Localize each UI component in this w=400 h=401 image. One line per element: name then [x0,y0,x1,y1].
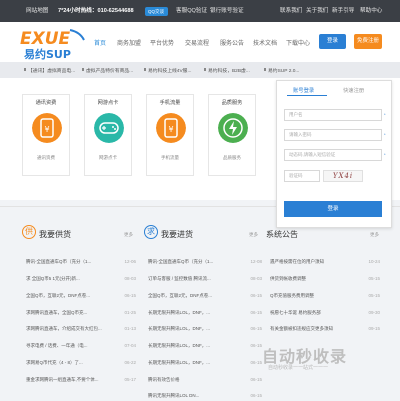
login-submit-button[interactable]: 登录 [284,201,382,217]
list-item[interactable]: 长期无限升腾讯LOL，DNF，... 06-15 [148,326,262,332]
list-item[interactable]: 有关金额被扣违规应交更多须知 09-15 [270,326,380,332]
watermark-subtext: 自动秒收录一一站式一一一 [268,365,329,371]
list-item[interactable]: 腾讯无限升腾讯LOL DN... 06-15 [148,393,262,399]
captcha-image[interactable]: YX4i [323,170,363,182]
list-item[interactable]: 求网易Q币代充（4 - 8）了... 06-22 [26,360,136,366]
nav-process[interactable]: 交易流程 [185,38,209,47]
login-button[interactable]: 登录 [319,34,346,49]
list-item[interactable]: 求网腾讯直通车，介绍成交有大红包... 01-13 [26,326,136,332]
news-ticker: 【通讯】虚拟商品电... 虚拟产品特价有商品... 易约科技上线4V服... 易… [0,62,400,78]
list-item[interactable]: 遇严格按需在位的用户须知 10-24 [270,259,380,265]
list-item[interactable]: 重金求网腾讯一组直通车,不要个体... 05-17 [26,377,136,383]
card-data[interactable]: 手机流量 ¥ 手机流量 [146,94,194,176]
purchase-more-link[interactable]: 更多 [249,232,258,238]
nav-advantages[interactable]: 平台优势 [150,38,174,47]
qq-auth-link[interactable]: 客服QQ验证 [176,8,207,15]
card-title: 网游点卡 [97,100,119,106]
card-title: 手机流量 [159,100,181,106]
register-button[interactable]: 免费注册 [354,34,382,49]
card-subtitle: 通讯资费 [37,155,55,160]
svg-text:¥: ¥ [44,125,49,134]
nav-notices[interactable]: 服务公告 [220,38,244,47]
bank-auth-link[interactable]: 银行账号验证 [210,8,244,15]
password-input[interactable]: 请输入密码 * [284,129,386,141]
list-item[interactable]: 订单与客服 / 监控数值 腾讯流... 08-03 [148,276,262,282]
purchase-panel: 求 我要进货 更多 腾讯-全国直通车Q币（充分（1... 12-08 订单与客服 … [144,221,262,401]
card-subtitle: 品质服务 [223,155,241,160]
tab-quick-register[interactable]: 快速注册 [343,86,364,94]
tab-account-login[interactable]: 账号登录 [293,86,314,94]
header: EXUE 易约SUP 首页 商务加盟 平台优势 交易流程 服务公告 技术文档 下… [0,22,400,62]
required-marker: * [384,132,386,137]
list-item[interactable]: 全国Q币，互联2元，DNF点卷... 06-15 [148,293,262,299]
purchase-badge: 求 [144,225,158,239]
supply-badge: 供 [22,225,36,239]
ticker-item[interactable]: 虚拟产品特价有商品... [81,67,133,74]
supply-panel: 供 我要供货 更多 腾讯-全国直通车Q币（充分（1... 12-06 求 全国Q币… [22,221,136,401]
supply-title: 我要供货 [39,230,71,239]
card-telecom[interactable]: 通讯资费 ¥ 通讯资费 [22,94,70,176]
list-item[interactable]: 腾讯-全国直通车Q币（充分（1... 12-06 [26,259,136,265]
contact-link[interactable]: 联系我们 [280,8,302,15]
site-map-link[interactable]: 网站地图 [26,8,48,15]
captcha-input[interactable]: 验证码 [284,170,320,182]
active-tab-indicator [287,95,327,96]
phone-yen-icon: ¥ [156,113,186,143]
nav-downloads[interactable]: 下载中心 [286,38,310,47]
qq-chat-button[interactable]: QQ交谈 [145,7,168,16]
list-item[interactable]: 长期无限升腾讯LOL，DNF，... 06-15 [148,360,262,366]
notice-title: 系统公告 [266,230,298,239]
notice-more-link[interactable]: 更多 [370,232,379,238]
svg-text:易约SUP: 易约SUP [24,47,71,60]
list-item[interactable]: 全国Q币，互联2元，DNF点卷... 06-15 [26,293,136,299]
ticker-item[interactable]: 易约SUP 2.0... [263,67,299,74]
svg-text:¥: ¥ [168,125,173,134]
username-input[interactable]: 用户名 * [284,109,386,121]
gamepad-icon [94,113,124,143]
card-subtitle: 手机流量 [161,155,179,160]
list-item[interactable]: 求网腾讯直通车，全国Q币充... 01-25 [26,310,136,316]
list-item[interactable]: 求 全国Q币5 1元(分开)新... 08-03 [26,276,136,282]
logo[interactable]: EXUE 易约SUP [18,26,88,60]
card-title: 品质服务 [221,100,243,106]
ticker-item[interactable]: 易约科技上线4V服... [143,67,191,74]
phone-yen-icon: ¥ [32,113,62,143]
list-item[interactable]: 祝愿七十华诞 易约服务部 09-30 [270,310,380,316]
help-link[interactable]: 帮助中心 [360,8,382,15]
sms-code-input[interactable]: 动态码,请输入短信验证 * [284,149,386,161]
notice-panel: 系统公告 更多 遇严格按需在位的用户须知 10-24 供货到帐收费调整 05-15 … [266,221,380,401]
list-item[interactable]: 腾讯有效告价格 06-15 [148,377,262,383]
ticker-item[interactable]: 易约科技，B2B虚... [204,67,250,74]
nav-docs[interactable]: 技术文档 [253,38,277,47]
svg-text:EXUE: EXUE [20,29,71,49]
about-link[interactable]: 关于我们 [306,8,328,15]
card-quality[interactable]: 品质服务 品质服务 [208,94,256,176]
list-item[interactable]: 寻求电费 / 话费、一年通（电... 07-04 [26,343,136,349]
list-item[interactable]: Q币充值服务费用调整 05-15 [270,293,380,299]
ticker-item[interactable]: 【通讯】虚拟商品电... [23,67,75,74]
login-panel: 账号登录 快速注册 用户名 * 请输入密码 * 动态码,请输入短信验证 * 验证码 Y… [276,80,392,228]
list-item[interactable]: 腾讯-全国直通车Q币（充分（1... 12-08 [148,259,262,265]
list-item[interactable]: 长期无限升腾讯LOL，DNF，... 06-15 [148,343,262,349]
card-title: 通讯资费 [35,100,57,106]
list-item[interactable]: 供货到帐收费调整 05-15 [270,276,380,282]
card-game[interactable]: 网游点卡 网游点卡 [84,94,132,176]
lightning-icon [218,113,248,143]
nav-franchise[interactable]: 商务加盟 [117,38,141,47]
guide-link[interactable]: 新手引导 [332,8,354,15]
purchase-title: 我要进货 [161,230,193,239]
list-item[interactable]: 长期无限升腾讯LOL，DNF，... 06-15 [148,310,262,316]
card-subtitle: 网游点卡 [99,155,117,160]
required-marker: * [384,112,386,117]
supply-more-link[interactable]: 更多 [124,232,133,238]
top-bar: 网站地图 7*24小时热线：010-62544688 QQ交谈 客服QQ验证 银… [0,0,400,22]
hotline-text: 7*24小时热线：010-62544688 [58,8,134,14]
required-marker: * [384,152,386,157]
nav-home[interactable]: 首页 [94,38,106,47]
